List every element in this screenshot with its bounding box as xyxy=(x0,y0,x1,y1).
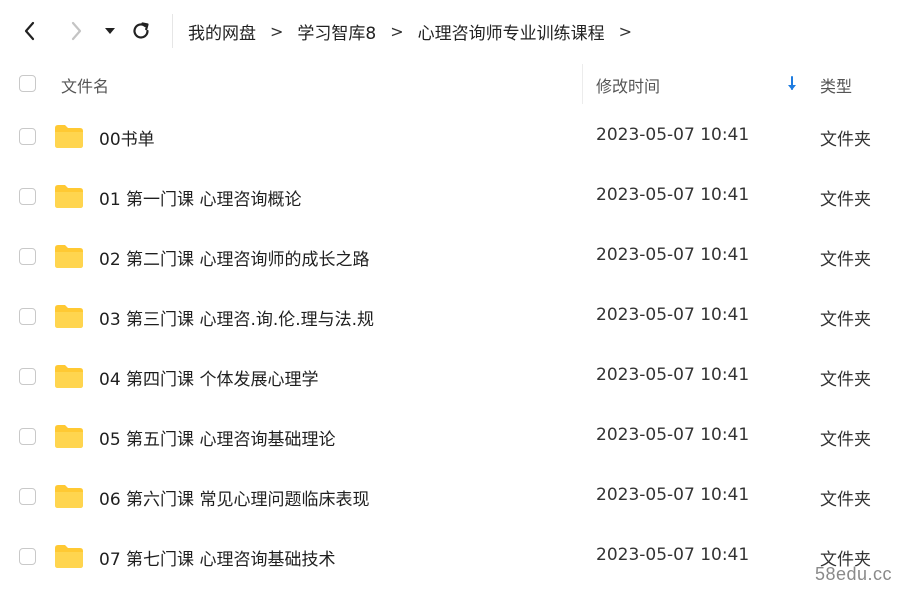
folder-icon xyxy=(55,485,83,508)
file-modified-time: 2023-05-07 10:41 xyxy=(596,305,750,325)
file-list: 00书单 2023-05-07 10:41 文件夹 01 第一门课 心理咨询概论 202… xyxy=(0,107,906,587)
column-header-modified-time[interactable]: 修改时间 xyxy=(596,73,660,97)
history-dropdown-button[interactable] xyxy=(97,18,123,44)
table-row[interactable]: 05 第五门课 心理咨询基础理论 2023-05-07 10:41 文件夹 xyxy=(0,407,906,467)
folder-icon xyxy=(55,125,83,148)
file-modified-time: 2023-05-07 10:41 xyxy=(596,545,750,565)
file-name[interactable]: 06 第六门课 常见心理问题临床表现 xyxy=(99,485,369,510)
breadcrumb-separator: > xyxy=(270,21,284,41)
toolbar-divider xyxy=(172,14,173,48)
toolbar: 我的网盘 > 学习智库8 > 心理咨询师专业训练课程 > xyxy=(0,0,906,62)
folder-icon xyxy=(55,365,83,388)
breadcrumb-item-course[interactable]: 心理咨询师专业训练课程 xyxy=(418,19,605,44)
file-name[interactable]: 01 第一门课 心理咨询概论 xyxy=(99,185,301,210)
chevron-right-icon xyxy=(71,21,82,41)
breadcrumb-separator[interactable]: > xyxy=(619,22,632,41)
file-type: 文件夹 xyxy=(820,190,871,210)
file-type: 文件夹 xyxy=(820,370,871,390)
row-checkbox[interactable] xyxy=(19,308,36,325)
file-name[interactable]: 04 第四门课 个体发展心理学 xyxy=(99,365,318,390)
file-modified-time: 2023-05-07 10:41 xyxy=(596,485,750,505)
file-modified-time: 2023-05-07 10:41 xyxy=(596,365,750,385)
file-type: 文件夹 xyxy=(820,130,871,150)
file-type: 文件夹 xyxy=(820,250,871,270)
row-checkbox[interactable] xyxy=(19,548,36,565)
row-checkbox[interactable] xyxy=(19,188,36,205)
row-checkbox[interactable] xyxy=(19,488,36,505)
file-name[interactable]: 03 第三门课 心理咨.询.伦.理与法.规 xyxy=(99,305,374,330)
table-row[interactable]: 03 第三门课 心理咨.询.伦.理与法.规 2023-05-07 10:41 文件夹 xyxy=(0,287,906,347)
folder-icon xyxy=(55,185,83,208)
breadcrumb: 我的网盘 > 学习智库8 > 心理咨询师专业训练课程 > xyxy=(188,18,646,44)
breadcrumb-item-library[interactable]: 学习智库8 xyxy=(297,19,376,44)
column-header-name[interactable]: 文件名 xyxy=(61,73,109,97)
select-all-checkbox[interactable] xyxy=(19,75,36,92)
folder-icon xyxy=(55,425,83,448)
forward-button[interactable] xyxy=(63,18,89,44)
file-modified-time: 2023-05-07 10:41 xyxy=(596,425,750,445)
file-browser: 我的网盘 > 学习智库8 > 心理咨询师专业训练课程 > 文件名 修改时间 类型… xyxy=(0,0,906,593)
file-name[interactable]: 02 第二门课 心理咨询师的成长之路 xyxy=(99,245,369,270)
table-row[interactable]: 07 第七门课 心理咨询基础技术 2023-05-07 10:41 文件夹 xyxy=(0,527,906,587)
file-type: 文件夹 xyxy=(820,490,871,510)
back-button[interactable] xyxy=(17,18,43,44)
folder-icon xyxy=(55,305,83,328)
file-modified-time: 2023-05-07 10:41 xyxy=(596,245,750,265)
file-name[interactable]: 00书单 xyxy=(99,125,155,150)
folder-icon xyxy=(55,545,83,568)
file-name[interactable]: 07 第七门课 心理咨询基础技术 xyxy=(99,545,335,570)
file-type: 文件夹 xyxy=(820,430,871,450)
file-type: 文件夹 xyxy=(820,310,871,330)
file-modified-time: 2023-05-07 10:41 xyxy=(596,185,750,205)
refresh-button[interactable] xyxy=(128,18,154,44)
breadcrumb-item-root[interactable]: 我的网盘 xyxy=(188,19,256,44)
file-name[interactable]: 05 第五门课 心理咨询基础理论 xyxy=(99,425,335,450)
row-checkbox[interactable] xyxy=(19,368,36,385)
table-row[interactable]: 00书单 2023-05-07 10:41 文件夹 xyxy=(0,107,906,167)
caret-down-icon xyxy=(105,28,115,34)
row-checkbox[interactable] xyxy=(19,428,36,445)
chevron-left-icon xyxy=(24,21,35,41)
file-modified-time: 2023-05-07 10:41 xyxy=(596,125,750,145)
table-header: 文件名 修改时间 类型 xyxy=(0,62,906,106)
row-checkbox[interactable] xyxy=(19,128,36,145)
watermark: 58edu.cc xyxy=(814,564,892,584)
column-divider[interactable] xyxy=(582,64,583,104)
column-header-type[interactable]: 类型 xyxy=(820,73,852,97)
breadcrumb-separator: > xyxy=(390,21,404,41)
table-row[interactable]: 04 第四门课 个体发展心理学 2023-05-07 10:41 文件夹 xyxy=(0,347,906,407)
refresh-icon xyxy=(133,22,149,39)
arrow-down-icon[interactable] xyxy=(785,75,799,93)
table-row[interactable]: 01 第一门课 心理咨询概论 2023-05-07 10:41 文件夹 xyxy=(0,167,906,227)
folder-icon xyxy=(55,245,83,268)
table-row[interactable]: 02 第二门课 心理咨询师的成长之路 2023-05-07 10:41 文件夹 xyxy=(0,227,906,287)
table-row[interactable]: 06 第六门课 常见心理问题临床表现 2023-05-07 10:41 文件夹 xyxy=(0,467,906,527)
row-checkbox[interactable] xyxy=(19,248,36,265)
